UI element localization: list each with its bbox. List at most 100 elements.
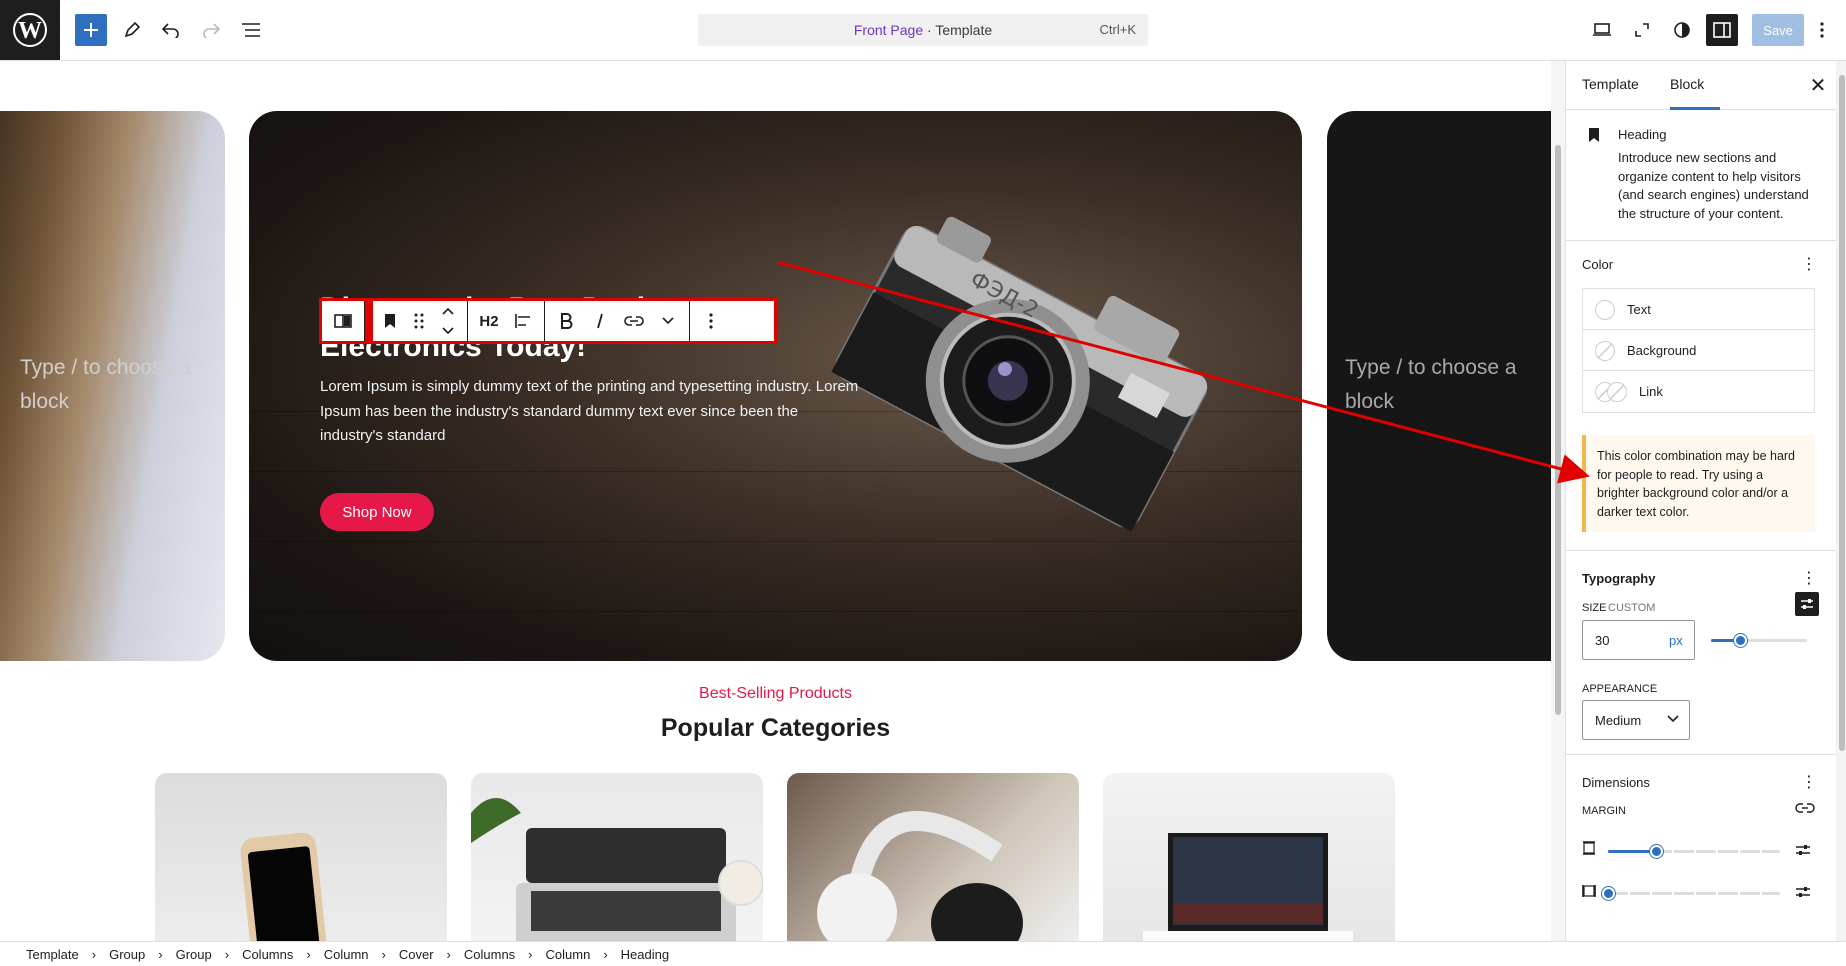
save-button[interactable]: Save (1752, 14, 1804, 46)
breadcrumb-separator: › (528, 946, 533, 962)
breadcrumb-item[interactable]: Template (26, 947, 79, 962)
breadcrumb-separator: › (603, 946, 608, 962)
sidebar-scrollbar[interactable] (1836, 61, 1846, 941)
laptop-image (471, 798, 763, 941)
slide-right[interactable]: Type / to choose a block (1327, 111, 1551, 661)
keyboard-shortcut: Ctrl+K (1099, 22, 1136, 37)
device-preview-icon[interactable] (1586, 14, 1618, 46)
block-title: Heading (1618, 127, 1667, 142)
size-unit-select[interactable]: px (1669, 633, 1683, 648)
font-size-slider[interactable] (1711, 634, 1807, 647)
heading-level-button[interactable]: H2 (472, 301, 506, 341)
breadcrumb-item[interactable]: Group (176, 947, 212, 962)
breadcrumb-separator: › (224, 946, 230, 962)
breadcrumb-item[interactable]: Columns (464, 947, 515, 962)
tv-image (1143, 833, 1353, 941)
options-kebab-icon[interactable] (1806, 14, 1838, 46)
add-block-button[interactable] (75, 14, 107, 46)
appearance-select[interactable]: Medium (1582, 700, 1690, 740)
close-icon[interactable]: ✕ (1806, 73, 1830, 97)
vertical-margin-slider[interactable] (1608, 845, 1780, 858)
typography-options-kebab-icon[interactable]: ⋮ (1800, 566, 1818, 590)
typography-panel-title: Typography (1582, 571, 1656, 586)
vertical-margin-icon (1582, 841, 1596, 860)
document-type: Template (935, 22, 993, 38)
block-breadcrumb: Template › Group › Group › Columns › Column › Cove… (0, 941, 1846, 966)
heading-block-icon[interactable] (373, 301, 407, 341)
tools-pencil-icon[interactable] (116, 14, 148, 46)
editor-canvas[interactable]: Type / to choose a block ФЭД-2 Disco (0, 61, 1551, 941)
horizontal-margin-slider-thumb[interactable] (1602, 887, 1615, 900)
breadcrumb-separator: › (446, 946, 451, 962)
hero-paragraph[interactable]: Lorem Ipsum is simply dummy text of the … (320, 375, 865, 449)
redo-icon[interactable] (195, 14, 227, 46)
link-icon[interactable] (617, 301, 651, 341)
wordpress-logo-icon[interactable]: W (0, 0, 60, 60)
document-overview-icon[interactable] (235, 14, 267, 46)
chevron-down-icon (1667, 711, 1679, 726)
italic-icon[interactable] (583, 301, 617, 341)
canvas-scrollbar-thumb[interactable] (1555, 145, 1561, 715)
camera-image: ФЭД-2 (831, 216, 1208, 532)
tab-template[interactable]: Template (1582, 76, 1639, 92)
breadcrumb-item[interactable]: Column (324, 947, 369, 962)
settings-sidebar: Template Block ✕ Heading Introduce new s… (1565, 61, 1846, 941)
margin-label: MARGIN (1582, 805, 1626, 817)
block-options-kebab-icon[interactable] (694, 301, 728, 341)
drag-handle-icon[interactable] (407, 301, 431, 341)
block-placeholder-left[interactable]: Type / to choose a block (20, 351, 220, 419)
color-options-kebab-icon[interactable]: ⋮ (1800, 252, 1818, 276)
font-size-input[interactable]: 30 px (1582, 620, 1695, 660)
link-hover-color-swatch (1607, 382, 1627, 402)
block-card: Heading Introduce new sections and organ… (1566, 110, 1846, 241)
category-card-tv[interactable] (1103, 773, 1395, 941)
color-item-background[interactable]: Background (1583, 330, 1814, 371)
more-rich-text-chevron-down-icon[interactable] (651, 301, 685, 341)
category-card-headphones[interactable] (787, 773, 1079, 941)
fullscreen-icon[interactable] (1626, 14, 1658, 46)
slide-left[interactable]: Type / to choose a block (0, 111, 225, 661)
breadcrumb-item[interactable]: Column (546, 947, 591, 962)
dimensions-options-kebab-icon[interactable]: ⋮ (1800, 770, 1818, 794)
breadcrumb-separator: › (158, 946, 163, 962)
select-parent-columns-icon[interactable] (326, 301, 360, 341)
vertical-margin-custom-icon[interactable] (1795, 843, 1811, 861)
breadcrumb-item[interactable]: Columns (242, 947, 293, 962)
vertical-margin-slider-thumb[interactable] (1650, 845, 1663, 858)
unlink-sides-icon[interactable] (1795, 801, 1815, 820)
align-left-icon[interactable] (506, 301, 540, 341)
settings-sidebar-toggle-icon[interactable] (1706, 14, 1738, 46)
shop-now-button[interactable]: Shop Now (320, 493, 434, 531)
move-up-down-icon[interactable] (431, 301, 465, 341)
font-size-slider-thumb[interactable] (1734, 634, 1747, 647)
contrast-warning-notice: This color combination may be hard for p… (1582, 435, 1815, 532)
breadcrumb-separator: › (381, 946, 386, 962)
breadcrumb-separator: › (91, 946, 97, 962)
breadcrumb-item[interactable]: Heading (621, 947, 669, 962)
color-item-text[interactable]: Text (1583, 289, 1814, 330)
block-placeholder-right[interactable]: Type / to choose a block (1345, 351, 1545, 419)
section-title[interactable]: Popular Categories (0, 714, 1551, 743)
horizontal-margin-custom-icon[interactable] (1795, 885, 1811, 903)
section-subtitle[interactable]: Best-Selling Products (0, 685, 1551, 703)
category-card-laptop[interactable] (471, 773, 763, 941)
color-item-link[interactable]: Link (1583, 371, 1814, 412)
headphones-image (817, 811, 1023, 941)
breadcrumb-item[interactable]: Cover (399, 947, 434, 962)
custom-size-toggle-icon[interactable] (1795, 592, 1819, 616)
sidebar-scrollbar-thumb[interactable] (1839, 75, 1845, 751)
undo-icon[interactable] (155, 14, 187, 46)
horizontal-margin-slider[interactable] (1602, 887, 1780, 900)
breadcrumb-item[interactable]: Group (109, 947, 145, 962)
tab-block[interactable]: Block (1670, 76, 1704, 92)
color-panel-title: Color (1582, 257, 1614, 272)
category-card-phone[interactable] (155, 773, 447, 941)
bold-icon[interactable] (549, 301, 583, 341)
command-bar[interactable]: Front Page · Template Ctrl+K (698, 14, 1148, 46)
styles-contrast-icon[interactable] (1666, 14, 1698, 46)
canvas-scrollbar[interactable] (1551, 61, 1565, 941)
hero-cover-block[interactable]: ФЭД-2 Discover the Best Deals on Electro… (249, 111, 1302, 661)
block-description: Introduce new sections and organize cont… (1618, 150, 1809, 221)
appearance-label: APPEARANCE (1582, 683, 1658, 695)
dimensions-panel-title: Dimensions (1582, 775, 1650, 790)
